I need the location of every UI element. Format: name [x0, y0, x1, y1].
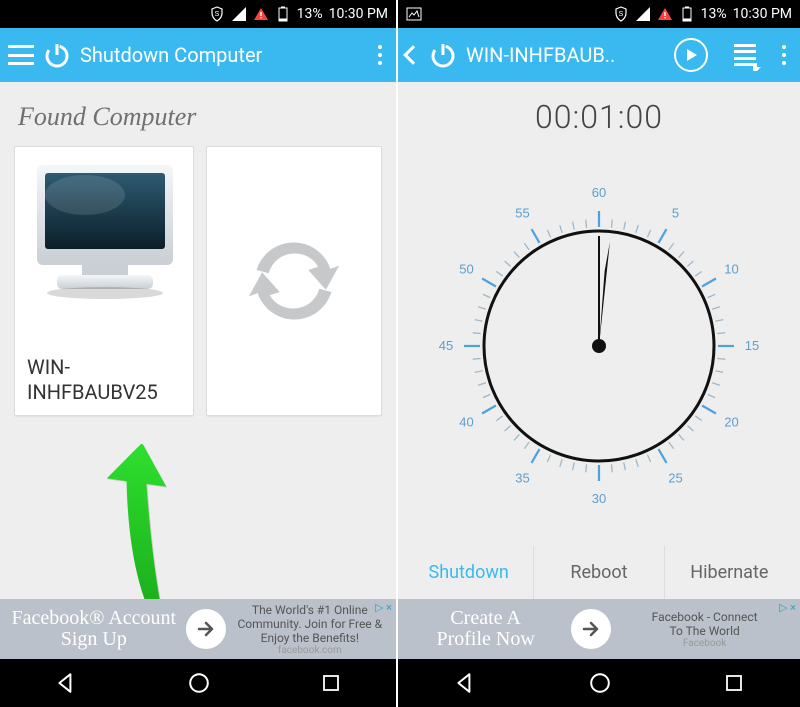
ad-headline-2: Sign Up: [10, 629, 178, 650]
svg-text:30: 30: [592, 491, 606, 506]
ad-headline-2: Profile Now: [408, 629, 563, 650]
svg-text:25: 25: [668, 471, 682, 486]
svg-text:60: 60: [592, 185, 606, 200]
svg-text:S: S: [214, 11, 219, 18]
reboot-tab[interactable]: Reboot: [533, 546, 663, 599]
ad-line-2: To The World: [619, 624, 790, 638]
section-title: Found Computer: [18, 102, 378, 132]
app-bar: WIN-INHFBAUB..: [398, 28, 800, 82]
adchoices-icon[interactable]: ▷ ×: [375, 601, 392, 614]
nav-back-icon[interactable]: [454, 672, 476, 694]
content-area: 00:01:00 60 5 10 15 20 25 30 35 40 45 50 55 Shutdow…: [398, 82, 800, 599]
app-title: WIN-INHFBAUB..: [466, 43, 666, 67]
battery-icon: [679, 6, 695, 22]
timer-dial[interactable]: 60 5 10 15 20 25 30 35 40 45 50 55: [434, 176, 764, 506]
ad-arrow-icon: [186, 609, 226, 649]
ad-banner[interactable]: Facebook® Account Sign Up The World's #1…: [0, 599, 396, 659]
nav-home-icon[interactable]: [589, 672, 611, 694]
adchoices-icon[interactable]: ▷ ×: [779, 601, 796, 614]
ad-banner[interactable]: Create A Profile Now Facebook - Connect …: [398, 599, 800, 659]
power-icon: [42, 40, 72, 70]
content-area: Found Computer WIN: [0, 82, 396, 599]
ad-line-2: Community. Join for Free &: [234, 617, 386, 631]
clock: 10:30 PM: [733, 6, 792, 22]
svg-text:20: 20: [724, 415, 738, 430]
svg-text:45: 45: [439, 338, 453, 353]
image-icon: [406, 6, 422, 22]
log-icon[interactable]: [734, 44, 756, 66]
svg-text:35: 35: [515, 471, 529, 486]
signal-icon: [635, 6, 651, 22]
left-screenshot: S 13% 10:30 PM Shutdown Computer Found C…: [0, 0, 398, 707]
play-button[interactable]: [674, 38, 708, 72]
alert-icon: [253, 6, 269, 22]
ad-domain: Facebook: [619, 638, 790, 649]
ad-headline-1: Create A: [408, 608, 563, 629]
overflow-icon[interactable]: [782, 53, 786, 57]
nav-back-icon[interactable]: [55, 672, 77, 694]
ad-arrow-icon: [571, 609, 611, 649]
app-bar: Shutdown Computer: [0, 28, 396, 82]
svg-text:50: 50: [459, 262, 473, 277]
ad-line-1: Facebook - Connect: [619, 610, 790, 624]
nav-home-icon[interactable]: [188, 672, 210, 694]
hamburger-icon[interactable]: [8, 45, 34, 65]
nav-bar: [398, 659, 800, 707]
alert-icon: [657, 6, 673, 22]
signal-icon: [231, 6, 247, 22]
svg-text:40: 40: [459, 415, 473, 430]
computer-monitor-icon: [27, 157, 183, 307]
svg-text:15: 15: [745, 338, 759, 353]
shutdown-tab[interactable]: Shutdown: [404, 546, 533, 599]
ad-line-3: Enjoy the Benefits!: [234, 631, 386, 645]
clock: 10:30 PM: [329, 6, 388, 22]
overflow-icon[interactable]: [378, 53, 382, 57]
shield-icon: S: [613, 6, 629, 22]
power-icon: [428, 40, 458, 70]
app-title: Shutdown Computer: [80, 43, 368, 67]
nav-recent-icon[interactable]: [724, 673, 744, 693]
svg-text:10: 10: [724, 262, 738, 277]
shield-icon: S: [209, 6, 225, 22]
nav-recent-icon[interactable]: [321, 673, 341, 693]
computer-card[interactable]: WIN-INHFBAUBV25: [14, 146, 194, 416]
status-bar: S 13% 10:30 PM: [0, 0, 396, 28]
ad-domain: facebook.com: [234, 645, 386, 656]
svg-text:55: 55: [515, 205, 529, 220]
action-tabs: Shutdown Reboot Hibernate: [404, 546, 794, 599]
battery-icon: [275, 6, 291, 22]
back-icon[interactable]: [403, 45, 423, 65]
battery-percent: 13%: [297, 6, 323, 22]
svg-text:5: 5: [672, 205, 679, 220]
nav-bar: [0, 659, 396, 707]
battery-percent: 13%: [701, 6, 727, 22]
ad-line-1: The World's #1 Online: [234, 603, 386, 617]
status-bar: S 13% 10:30 PM: [398, 0, 800, 28]
computer-name: WIN-INHFBAUBV25: [27, 355, 181, 405]
timer-display: 00:01:00: [404, 98, 794, 136]
svg-text:S: S: [618, 11, 623, 18]
right-screenshot: S 13% 10:30 PM WIN-INHFBAUB.. 00:01:00: [398, 0, 800, 707]
refresh-icon: [239, 226, 349, 336]
ad-headline-1: Facebook® Account: [10, 608, 178, 629]
hibernate-tab[interactable]: Hibernate: [664, 546, 794, 599]
refresh-card[interactable]: [206, 146, 382, 416]
